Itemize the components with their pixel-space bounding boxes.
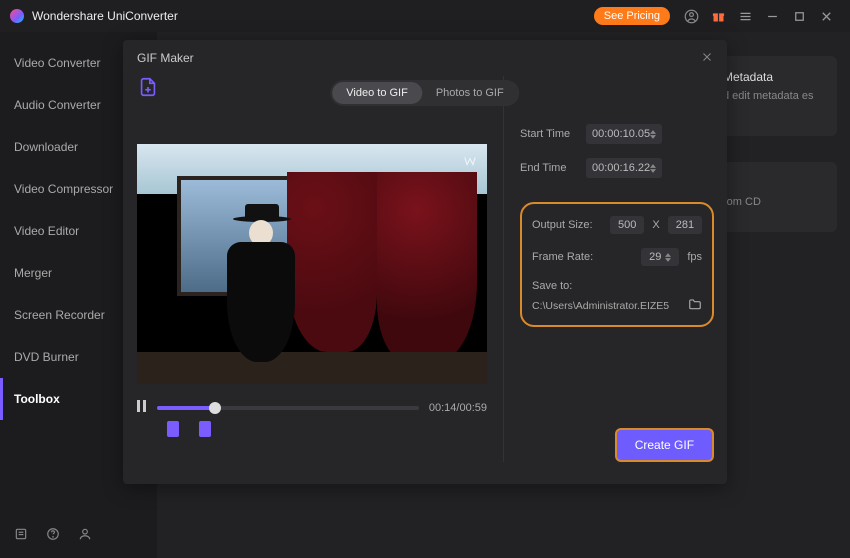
pause-icon[interactable]: [137, 400, 147, 415]
save-path: C:\Users\Administrator.EIZE5: [532, 298, 702, 313]
chevron-down-icon: [650, 169, 656, 173]
output-height-input[interactable]: 281: [668, 216, 702, 234]
chevron-up-icon: [650, 164, 656, 168]
watermark-icon: [463, 154, 477, 168]
app-logo-icon: [10, 9, 24, 23]
stepper[interactable]: [650, 164, 656, 173]
end-time-row: End Time 00:00:16.22: [520, 158, 714, 178]
menu-icon[interactable]: [738, 9, 753, 24]
tab-video-to-gif[interactable]: Video to GIF: [332, 82, 422, 104]
chevron-up-icon: [650, 130, 656, 134]
chevron-down-icon: [650, 135, 656, 139]
user-icon[interactable]: [78, 527, 92, 544]
create-gif-button[interactable]: Create GIF: [615, 428, 714, 462]
output-size-label: Output Size:: [532, 219, 602, 231]
modal-left: 00:14/00:59: [137, 76, 487, 462]
modal-right: Start Time 00:00:10.05 End Time 00:: [503, 76, 714, 462]
x-separator: X: [652, 219, 659, 231]
trim-handles: [167, 421, 487, 437]
modal-header: GIF Maker: [123, 40, 727, 76]
trim-start-handle[interactable]: [167, 421, 179, 437]
stepper[interactable]: [650, 130, 656, 139]
start-time-row: Start Time 00:00:10.05: [520, 124, 714, 144]
output-settings-box: Output Size: 500 X 281 Frame Rate: 29: [520, 202, 714, 327]
frame-rate-value: 29: [649, 251, 661, 263]
mode-tabs: Video to GIF Photos to GIF: [330, 80, 519, 106]
account-icon[interactable]: [684, 9, 699, 24]
app-title: Wondershare UniConverter: [32, 9, 178, 23]
frame-rate-input[interactable]: 29: [641, 248, 679, 266]
save-to-label: Save to:: [532, 280, 702, 292]
minimize-icon[interactable]: [765, 9, 780, 24]
close-icon[interactable]: [819, 9, 834, 24]
end-time-value: 00:00:16.22: [592, 162, 650, 174]
trim-end-handle[interactable]: [199, 421, 211, 437]
video-preview[interactable]: [137, 144, 487, 384]
time-display: 00:14/00:59: [429, 402, 487, 414]
output-width-input[interactable]: 500: [610, 216, 644, 234]
player-controls: 00:14/00:59: [137, 400, 487, 415]
modal-body: 00:14/00:59 Start Time 00:00:10.05: [123, 76, 727, 476]
help-icon[interactable]: [46, 527, 60, 544]
start-time-input[interactable]: 00:00:10.05: [586, 124, 662, 144]
maximize-icon[interactable]: [792, 9, 807, 24]
create-wrap: Create GIF: [520, 412, 714, 462]
guide-icon[interactable]: [14, 527, 28, 544]
content: Metadata d edit metadata es r rom CD GIF…: [157, 32, 850, 558]
frame-rate-row: Frame Rate: 29 fps: [532, 248, 702, 266]
save-path-text: C:\Users\Administrator.EIZE5: [532, 300, 669, 312]
card-title: Metadata: [723, 70, 821, 84]
gift-icon[interactable]: [711, 9, 726, 24]
close-icon[interactable]: [701, 50, 713, 66]
end-time-input[interactable]: 00:00:16.22: [586, 158, 662, 178]
main: Video Converter Audio Converter Download…: [0, 32, 850, 558]
end-time-label: End Time: [520, 162, 578, 174]
tab-photos-to-gif[interactable]: Photos to GIF: [422, 82, 518, 104]
add-file-icon[interactable]: [137, 76, 159, 98]
card-desc: rom CD: [723, 196, 821, 208]
frame-rate-label: Frame Rate:: [532, 251, 602, 263]
start-time-label: Start Time: [520, 128, 578, 140]
fps-unit: fps: [687, 251, 702, 263]
chevron-up-icon: [665, 253, 671, 257]
stepper[interactable]: [665, 253, 671, 262]
titlebar: Wondershare UniConverter See Pricing: [0, 0, 850, 32]
folder-icon[interactable]: [688, 298, 702, 313]
seek-slider[interactable]: [157, 406, 419, 410]
modal-title: GIF Maker: [137, 51, 194, 65]
see-pricing-button[interactable]: See Pricing: [594, 7, 670, 25]
card-desc: d edit metadata es: [723, 90, 821, 102]
chevron-down-icon: [665, 258, 671, 262]
output-size-row: Output Size: 500 X 281: [532, 216, 702, 234]
card-title: r: [723, 176, 821, 190]
gif-maker-modal: GIF Maker Video to GIF Photos to GIF: [123, 40, 727, 484]
sidebar-bottom: [0, 513, 157, 558]
start-time-value: 00:00:10.05: [592, 128, 650, 140]
save-to-row: Save to: C:\Users\Administrator.EIZE5: [532, 280, 702, 313]
